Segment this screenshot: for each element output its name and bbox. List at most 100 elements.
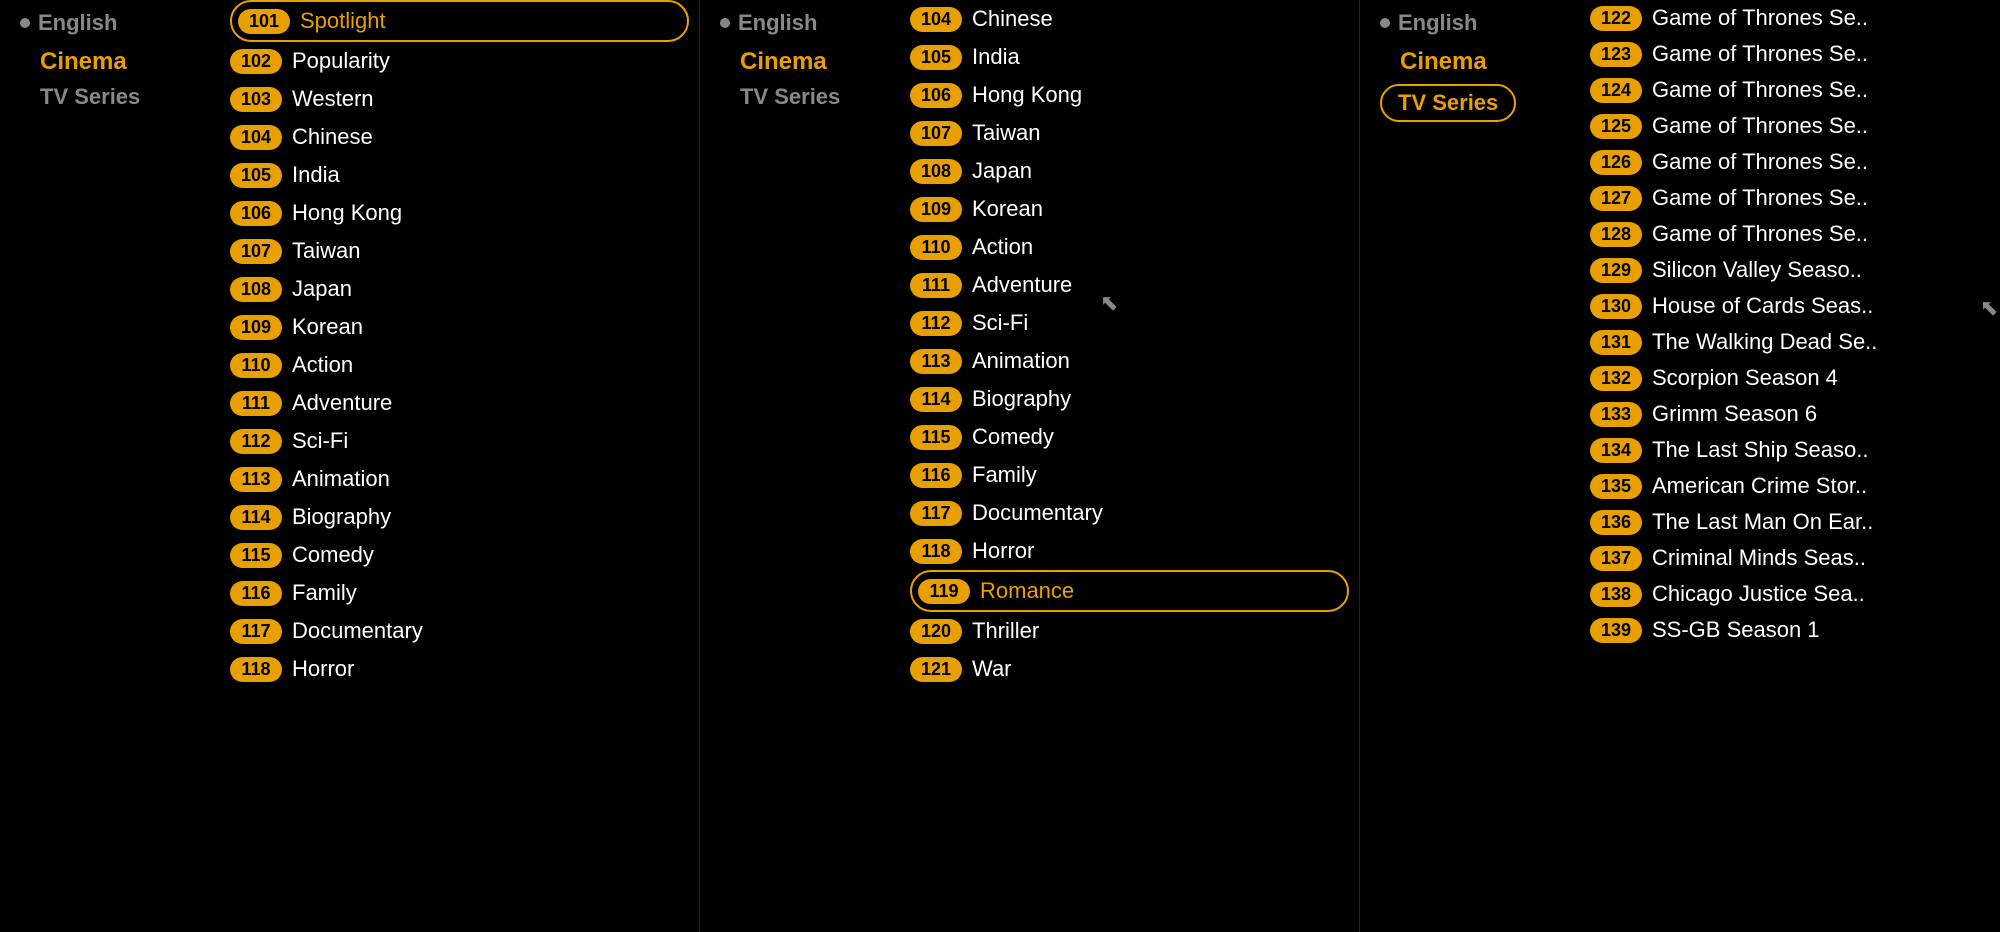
- col3-tv-item-137[interactable]: 137 Criminal Minds Seas..: [1590, 540, 1990, 576]
- tv-badge-123: 123: [1590, 42, 1642, 67]
- label-col2-108: Japan: [972, 158, 1032, 184]
- tv-label-132: Scorpion Season 4: [1652, 365, 1838, 391]
- col2-list-item-114[interactable]: 114 Biography: [910, 380, 1349, 418]
- badge-col2-114: 114: [910, 387, 962, 412]
- col3-tv-item-130[interactable]: 130 House of Cards Seas..: [1590, 288, 1990, 324]
- col3-tvseries-box[interactable]: TV Series: [1380, 84, 1516, 122]
- badge-104: 104: [230, 125, 282, 150]
- col3-nav: English Cinema TV Series: [1360, 0, 1580, 932]
- col2-cinema-label[interactable]: Cinema: [720, 48, 880, 76]
- col2-list-item-112[interactable]: 112 Sci-Fi: [910, 304, 1349, 342]
- col2-english-item[interactable]: English: [720, 10, 880, 36]
- tv-label-125: Game of Thrones Se..: [1652, 113, 1868, 139]
- tv-label-133: Grimm Season 6: [1652, 401, 1817, 427]
- col3-tv-item-122[interactable]: 122 Game of Thrones Se..: [1590, 0, 1990, 36]
- col3-tv-item-132[interactable]: 132 Scorpion Season 4: [1590, 360, 1990, 396]
- tv-label-134: The Last Ship Seaso..: [1652, 437, 1868, 463]
- badge-114: 114: [230, 505, 282, 530]
- label-col2-120: Thriller: [972, 618, 1039, 644]
- col3-tv-item-128[interactable]: 128 Game of Thrones Se..: [1590, 216, 1990, 252]
- tv-label-127: Game of Thrones Se..: [1652, 185, 1868, 211]
- col1-list-item-111[interactable]: 111 Adventure: [230, 384, 689, 422]
- col1-list-item-106[interactable]: 106 Hong Kong: [230, 194, 689, 232]
- badge-113: 113: [230, 467, 282, 492]
- col2-list-item-113[interactable]: 113 Animation: [910, 342, 1349, 380]
- col1-english-label: English: [38, 10, 117, 36]
- col2-english-label: English: [738, 10, 817, 36]
- col1-list-item-103[interactable]: 103 Western: [230, 80, 689, 118]
- col3-tv-item-126[interactable]: 126 Game of Thrones Se..: [1590, 144, 1990, 180]
- label-col2-110: Action: [972, 234, 1033, 260]
- tv-label-137: Criminal Minds Seas..: [1652, 545, 1866, 571]
- badge-col2-111: 111: [910, 273, 962, 298]
- tv-label-126: Game of Thrones Se..: [1652, 149, 1868, 175]
- col1-list-item-105[interactable]: 105 India: [230, 156, 689, 194]
- badge-110: 110: [230, 353, 282, 378]
- tv-label-124: Game of Thrones Se..: [1652, 77, 1868, 103]
- tv-badge-124: 124: [1590, 78, 1642, 103]
- col3-tv-item-138[interactable]: 138 Chicago Justice Sea..: [1590, 576, 1990, 612]
- col2-list-item-108[interactable]: 108 Japan: [910, 152, 1349, 190]
- col2-list-item-115[interactable]: 115 Comedy: [910, 418, 1349, 456]
- col1-list-item-104[interactable]: 104 Chinese: [230, 118, 689, 156]
- col3-tv-item-135[interactable]: 135 American Crime Stor..: [1590, 468, 1990, 504]
- badge-col2-118: 118: [910, 539, 962, 564]
- label-col2-114: Biography: [972, 386, 1071, 412]
- badge-col2-113: 113: [910, 349, 962, 374]
- col2-list-item-105[interactable]: 105 India: [910, 38, 1349, 76]
- col2-list-item-120[interactable]: 120 Thriller: [910, 612, 1349, 650]
- col2-list-item-106[interactable]: 106 Hong Kong: [910, 76, 1349, 114]
- col1-cinema-label[interactable]: Cinema: [20, 48, 200, 76]
- col3-english-item[interactable]: English: [1380, 10, 1560, 36]
- col1-list-item-101[interactable]: 101 Spotlight: [230, 0, 689, 42]
- badge-102: 102: [230, 49, 282, 74]
- col3-tv-item-123[interactable]: 123 Game of Thrones Se..: [1590, 36, 1990, 72]
- col2-list-item-109[interactable]: 109 Korean: [910, 190, 1349, 228]
- col3-cinema-label[interactable]: Cinema: [1380, 48, 1560, 76]
- col2-list-item-111[interactable]: 111 Adventure: [910, 266, 1349, 304]
- tv-badge-139: 139: [1590, 618, 1642, 643]
- col1-list-item-110[interactable]: 110 Action: [230, 346, 689, 384]
- col1-list-item-108[interactable]: 108 Japan: [230, 270, 689, 308]
- col2-tvseries-label[interactable]: TV Series: [720, 84, 880, 110]
- col3-tv-item-129[interactable]: 129 Silicon Valley Seaso..: [1590, 252, 1990, 288]
- col3-tv-item-131[interactable]: 131 The Walking Dead Se..: [1590, 324, 1990, 360]
- col3-tv-item-125[interactable]: 125 Game of Thrones Se..: [1590, 108, 1990, 144]
- tv-label-130: House of Cards Seas..: [1652, 293, 1873, 319]
- col2-list-item-107[interactable]: 107 Taiwan: [910, 114, 1349, 152]
- badge-col2-109: 109: [910, 197, 962, 222]
- col1-tvseries-label[interactable]: TV Series: [20, 84, 200, 110]
- col1-list-item-114[interactable]: 114 Biography: [230, 498, 689, 536]
- col3-tv-item-139[interactable]: 139 SS-GB Season 1: [1590, 612, 1990, 648]
- col1-list-item-118[interactable]: 118 Horror: [230, 650, 689, 688]
- col1-english-item[interactable]: English: [20, 10, 200, 36]
- col2-list-item-104[interactable]: 104 Chinese: [910, 0, 1349, 38]
- col3-tv-item-127[interactable]: 127 Game of Thrones Se..: [1590, 180, 1990, 216]
- col1-list-item-117[interactable]: 117 Documentary: [230, 612, 689, 650]
- tv-badge-122: 122: [1590, 6, 1642, 31]
- col3-tv-item-136[interactable]: 136 The Last Man On Ear..: [1590, 504, 1990, 540]
- col1-list-item-115[interactable]: 115 Comedy: [230, 536, 689, 574]
- col1-list-item-112[interactable]: 112 Sci-Fi: [230, 422, 689, 460]
- col3-tv-item-134[interactable]: 134 The Last Ship Seaso..: [1590, 432, 1990, 468]
- col2-list-item-116[interactable]: 116 Family: [910, 456, 1349, 494]
- col2-list-item-110[interactable]: 110 Action: [910, 228, 1349, 266]
- tv-badge-137: 137: [1590, 546, 1642, 571]
- column-3: English Cinema TV Series 122 Game of Thr…: [1360, 0, 2000, 932]
- col2-list-item-119[interactable]: 119 Romance: [910, 570, 1349, 612]
- col1-bullet: [20, 18, 30, 28]
- col3-tv-item-124[interactable]: 124 Game of Thrones Se..: [1590, 72, 1990, 108]
- tv-badge-126: 126: [1590, 150, 1642, 175]
- col3-tv-list: 122 Game of Thrones Se.. 123 Game of Thr…: [1580, 0, 2000, 932]
- col1-list-item-102[interactable]: 102 Popularity: [230, 42, 689, 80]
- col2-list-item-117[interactable]: 117 Documentary: [910, 494, 1349, 532]
- col1-list-item-116[interactable]: 116 Family: [230, 574, 689, 612]
- col3-tv-item-133[interactable]: 133 Grimm Season 6: [1590, 396, 1990, 432]
- col1-list-item-109[interactable]: 109 Korean: [230, 308, 689, 346]
- col1-list-item-107[interactable]: 107 Taiwan: [230, 232, 689, 270]
- col2-list-item-121[interactable]: 121 War: [910, 650, 1349, 688]
- col2-list-item-118[interactable]: 118 Horror: [910, 532, 1349, 570]
- tv-badge-134: 134: [1590, 438, 1642, 463]
- label-col2-109: Korean: [972, 196, 1043, 222]
- col1-list-item-113[interactable]: 113 Animation: [230, 460, 689, 498]
